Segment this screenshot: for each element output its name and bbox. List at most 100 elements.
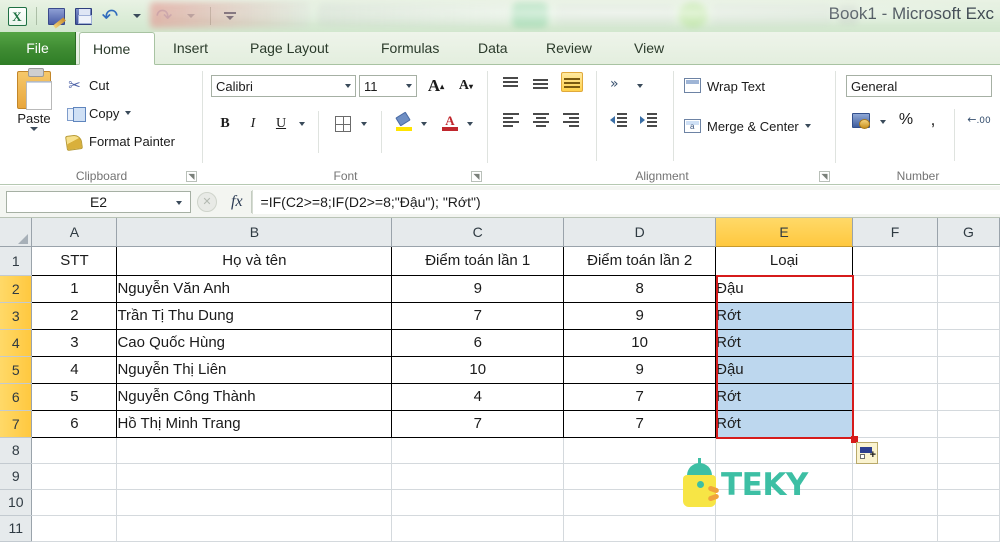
cell-f5[interactable] [852,356,938,384]
row-header-9[interactable]: 9 [0,463,33,490]
cell-d6[interactable]: 7 [563,382,717,411]
select-all-corner[interactable] [0,218,33,247]
column-header-f[interactable]: F [852,218,938,247]
cell-c3[interactable]: 7 [391,301,565,330]
cell-e6[interactable]: Rớt [715,382,854,411]
cell-g10[interactable] [937,489,1000,516]
orientation-dropdown-icon[interactable] [633,75,647,97]
cell-a7[interactable]: 6 [31,409,118,438]
merge-center-button[interactable]: Merge & Center [684,115,811,137]
font-family-input[interactable]: Calibri [211,75,356,97]
cell-b9[interactable] [116,463,393,490]
column-header-g[interactable]: G [937,218,1000,247]
row-header-11[interactable]: 11 [0,515,33,542]
cell-b4[interactable]: Cao Quốc Hùng [116,328,393,357]
cell-d2[interactable]: 8 [563,274,717,303]
cell-a1[interactable]: STT [31,245,118,276]
cell-g4[interactable] [937,329,1000,357]
align-middle-button[interactable] [528,73,554,95]
comma-style-button[interactable]: , [922,109,944,131]
row-header-5[interactable]: 5 [0,356,33,384]
orientation-button[interactable]: » [606,73,632,95]
cell-c1[interactable]: Điểm toán lần 1 [391,245,565,276]
column-header-c[interactable]: C [391,218,565,247]
cell-b3[interactable]: Trần Tị Thu Dung [116,301,393,330]
cell-a5[interactable]: 4 [31,355,118,384]
cell-c6[interactable]: 4 [391,382,565,411]
column-header-d[interactable]: D [563,218,717,247]
percent-style-button[interactable]: % [894,109,918,131]
row-header-10[interactable]: 10 [0,489,33,516]
cell-c7[interactable]: 7 [391,409,565,438]
cell-d11[interactable] [563,515,717,542]
cut-button[interactable]: ✂ Cut [66,74,109,96]
cell-a6[interactable]: 5 [31,382,118,411]
cell-g6[interactable] [937,383,1000,411]
underline-dropdown-icon[interactable] [295,113,309,135]
insert-function-icon[interactable]: fx [223,193,251,211]
formula-input[interactable]: =IF(C2>=8;IF(D2>=8;"Đậu"); "Rớt") [251,189,1000,214]
cell-e8[interactable] [715,437,854,464]
ribbon-tabs[interactable]: File Home Insert Page Layout Formulas Da… [0,32,1000,65]
tab-view[interactable]: View [621,32,677,65]
fill-color-button[interactable] [393,111,415,133]
font-color-button[interactable]: A [439,111,461,133]
cell-e1[interactable]: Loại [715,245,854,276]
italic-button[interactable]: I [241,113,265,135]
cell-c11[interactable] [391,515,565,542]
copy-button[interactable]: Copy [66,102,132,124]
tab-review[interactable]: Review [533,32,605,65]
clipboard-dialog-launcher[interactable]: ◥ [186,171,197,182]
cancel-formula-icon[interactable]: ✕ [197,191,217,212]
cell-b6[interactable]: Nguyễn Công Thành [116,382,393,411]
cell-d4[interactable]: 10 [563,328,717,357]
tab-file[interactable]: File [0,32,76,65]
font-size-input[interactable]: 11 [359,75,417,97]
decrease-indent-button[interactable] [606,109,632,131]
column-header-a[interactable]: A [31,218,118,247]
shrink-font-button[interactable]: A ▾ [453,75,479,97]
align-right-button[interactable] [558,109,584,131]
cell-a4[interactable]: 3 [31,328,118,357]
cell-b8[interactable] [116,437,393,464]
cell-g1[interactable] [937,246,1000,276]
name-box-dropdown-icon[interactable] [176,200,182,205]
cell-c5[interactable]: 10 [391,355,565,384]
cell-b10[interactable] [116,489,393,516]
cell-e3[interactable]: Rớt [715,301,854,330]
cell-d7[interactable]: 7 [563,409,717,438]
tab-insert[interactable]: Insert [160,32,221,65]
column-header-e[interactable]: E [715,218,854,247]
align-top-button[interactable] [498,73,524,95]
cell-b1[interactable]: Họ và tên [116,245,393,276]
align-bottom-button[interactable] [558,71,586,93]
cell-d3[interactable]: 9 [563,301,717,330]
cell-g2[interactable] [937,275,1000,303]
name-box[interactable]: E2 [6,190,191,213]
cell-g5[interactable] [937,356,1000,384]
cell-g7[interactable] [937,410,1000,438]
cell-e11[interactable] [715,515,854,542]
wrap-text-button[interactable]: Wrap Text [684,75,765,97]
save-icon[interactable] [71,4,95,28]
row-header-3[interactable]: 3 [0,302,33,330]
number-format-input[interactable]: General [846,75,992,97]
fill-color-dropdown-icon[interactable] [417,113,431,135]
cell-e5[interactable]: Đậu [715,355,854,384]
row-header-8[interactable]: 8 [0,437,33,464]
formula-bar-buttons[interactable]: ✕ [191,191,223,212]
paste-dropdown-icon[interactable] [30,127,38,131]
cell-g9[interactable] [937,463,1000,490]
column-header-row[interactable]: A B C D E F G [0,218,1000,247]
cell-c8[interactable] [391,437,565,464]
row-header-2[interactable]: 2 [0,275,33,303]
cell-b2[interactable]: Nguyễn Văn Anh [116,274,393,303]
column-header-b[interactable]: B [116,218,393,247]
cell-e2[interactable]: Đậu [715,274,854,303]
row-header-7[interactable]: 7 [0,410,33,438]
cell-a11[interactable] [31,515,118,542]
font-size-dropdown-icon[interactable] [406,84,412,88]
excel-logo-icon[interactable]: X [5,4,29,28]
align-left-button[interactable] [498,109,524,131]
cell-d5[interactable]: 9 [563,355,717,384]
